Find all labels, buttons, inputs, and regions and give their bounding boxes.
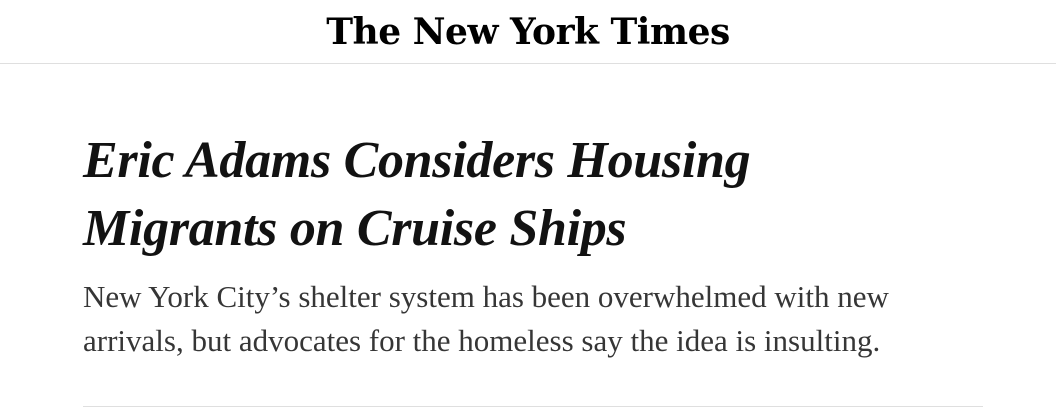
headline-line-2: Migrants on Cruise Ships (83, 200, 627, 257)
nyt-logo[interactable]: The New York Times (0, 6, 1056, 58)
article-summary: New York City’s shelter system has been … (83, 275, 983, 363)
summary-line-1: New York City’s shelter system has been … (83, 279, 889, 314)
headline-line-1: Eric Adams Considers Housing (83, 132, 751, 189)
article-header: Eric Adams Considers Housing Migrants on… (83, 127, 983, 363)
masthead-bar: The New York Times (0, 0, 1056, 64)
section-divider (83, 406, 983, 407)
summary-line-2: arrivals, but advocates for the homeless… (83, 323, 881, 358)
headline: Eric Adams Considers Housing Migrants on… (83, 127, 983, 263)
